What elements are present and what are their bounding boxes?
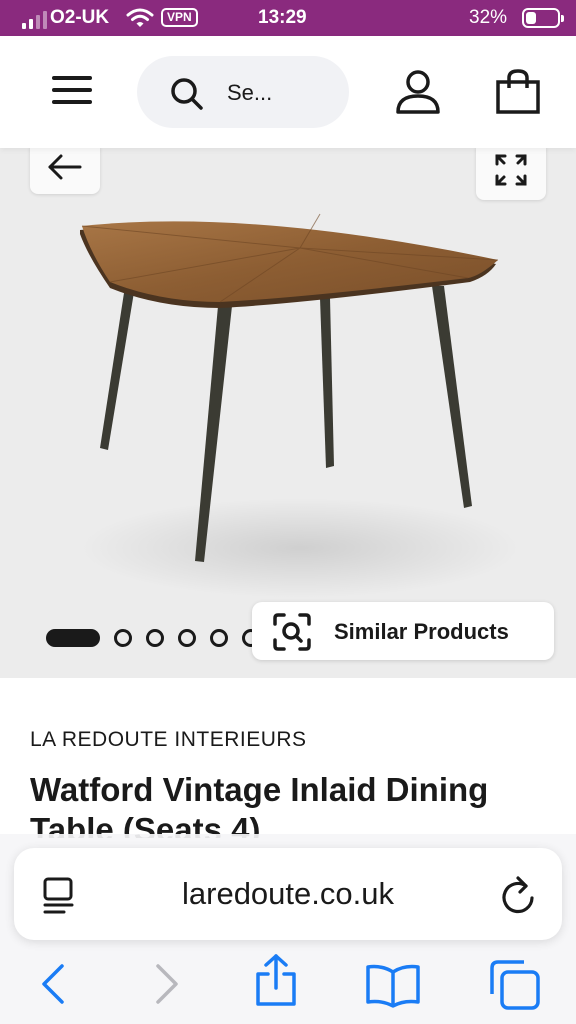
visual-search-icon bbox=[273, 613, 311, 651]
menu-icon[interactable] bbox=[52, 76, 92, 108]
carousel-dot[interactable] bbox=[178, 629, 196, 647]
carousel-dot[interactable] bbox=[146, 629, 164, 647]
search-icon bbox=[171, 78, 203, 110]
expand-icon bbox=[495, 154, 527, 186]
shopping-bag-icon[interactable] bbox=[495, 68, 541, 114]
clock: 13:29 bbox=[258, 7, 307, 28]
product-image bbox=[80, 213, 520, 598]
product-info: LA REDOUTE INTERIEURS Watford Vintage In… bbox=[0, 678, 576, 838]
back-arrow-icon bbox=[48, 154, 82, 180]
product-brand[interactable]: LA REDOUTE INTERIEURS bbox=[30, 728, 307, 752]
carrier-name: O2-UK bbox=[50, 7, 110, 28]
back-button[interactable] bbox=[30, 148, 100, 194]
battery-fill bbox=[526, 12, 536, 24]
similar-products-label: Similar Products bbox=[334, 619, 509, 644]
wifi-icon bbox=[126, 8, 154, 27]
back-icon[interactable] bbox=[36, 962, 70, 1006]
status-bar: O2-UK VPN 13:29 32% bbox=[0, 0, 576, 36]
carousel-dot[interactable] bbox=[210, 629, 228, 647]
vpn-badge: VPN bbox=[161, 8, 198, 27]
account-icon[interactable] bbox=[394, 70, 442, 114]
signal-icon bbox=[22, 11, 47, 29]
forward-icon[interactable] bbox=[150, 962, 184, 1006]
product-title: Watford Vintage Inlaid Dining Table (Sea… bbox=[30, 771, 489, 838]
expand-button[interactable] bbox=[476, 148, 546, 200]
url-text: laredoute.co.uk bbox=[182, 876, 394, 911]
share-icon[interactable] bbox=[252, 952, 300, 1008]
similar-products-button[interactable]: Similar Products bbox=[252, 602, 554, 660]
carousel-dots bbox=[46, 629, 274, 647]
search-placeholder: Se... bbox=[227, 80, 273, 105]
battery-icon bbox=[522, 8, 564, 28]
address-bar[interactable]: laredoute.co.uk bbox=[14, 848, 562, 940]
battery-percent: 32% bbox=[469, 7, 508, 28]
browser-toolbar: laredoute.co.uk bbox=[0, 834, 576, 1024]
search-input[interactable]: Se... bbox=[137, 56, 349, 128]
product-gallery[interactable]: Similar Products bbox=[0, 148, 576, 678]
carousel-dot-active[interactable] bbox=[46, 629, 100, 647]
reload-icon[interactable] bbox=[498, 872, 538, 916]
bookmarks-icon[interactable] bbox=[364, 962, 422, 1010]
carousel-dot[interactable] bbox=[114, 629, 132, 647]
site-header: Se... bbox=[0, 36, 576, 148]
tabs-icon[interactable] bbox=[488, 958, 542, 1012]
